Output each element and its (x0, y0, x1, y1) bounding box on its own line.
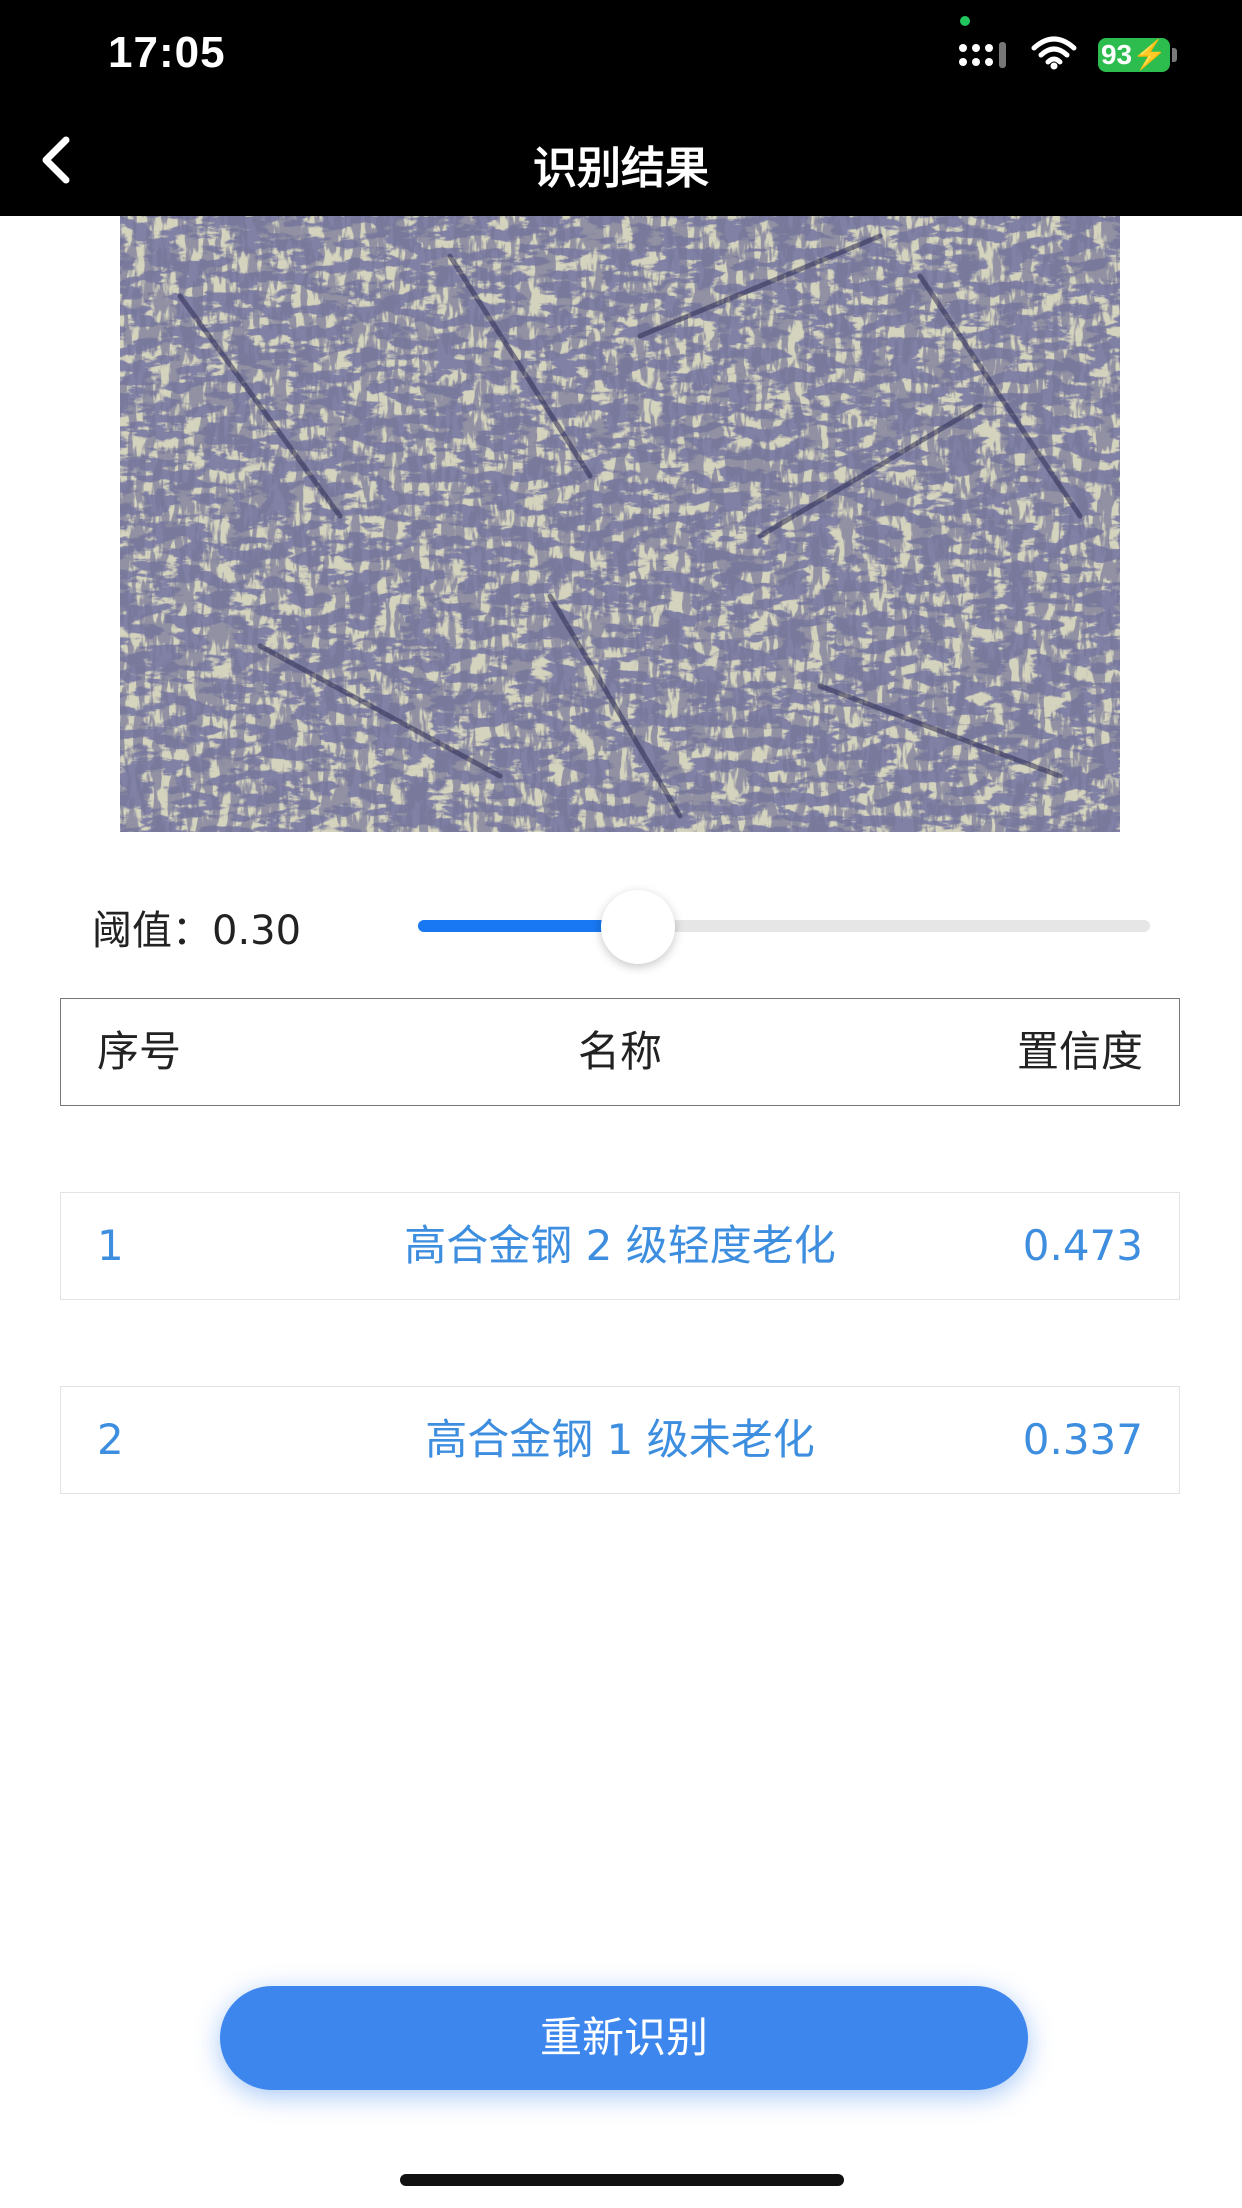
result-confidence: 0.473 (1022, 1221, 1143, 1270)
battery-nub (1172, 48, 1177, 62)
status-time: 17:05 (108, 28, 226, 77)
header-confidence: 置信度 (1016, 1027, 1143, 1076)
result-name: 高合金钢 1 级未老化 (425, 1415, 815, 1464)
page-title: 识别结果 (533, 143, 709, 194)
threshold-label: 阈值：0.30 (92, 898, 301, 956)
header-name: 名称 (577, 1027, 662, 1076)
privacy-indicator-dot (960, 16, 970, 26)
cellular-signal-icon (959, 42, 1006, 68)
threshold-slider[interactable] (418, 890, 1150, 964)
reidentify-button[interactable]: 重新识别 (220, 1986, 1028, 2090)
result-confidence: 0.337 (1022, 1415, 1143, 1464)
micrograph-image (120, 216, 1120, 832)
top-bar: 17:05 93⚡ 识别结果 (0, 0, 1242, 216)
result-name: 高合金钢 2 级轻度老化 (404, 1221, 836, 1270)
charging-bolt-icon: ⚡ (1132, 39, 1168, 70)
threshold-value: 0.30 (212, 908, 302, 954)
result-row[interactable]: 1 高合金钢 2 级轻度老化 0.473 (60, 1192, 1180, 1300)
battery-percent: 93 (1100, 39, 1133, 70)
results-table-header: 序号 名称 置信度 (60, 998, 1180, 1106)
battery-level: 93⚡ (1098, 38, 1170, 72)
wifi-icon (1031, 36, 1077, 70)
home-indicator (400, 2174, 844, 2186)
threshold-label-text: 阈值： (92, 908, 212, 954)
result-row[interactable]: 2 高合金钢 1 级未老化 0.337 (60, 1386, 1180, 1494)
threshold-slider-thumb[interactable] (600, 890, 675, 964)
